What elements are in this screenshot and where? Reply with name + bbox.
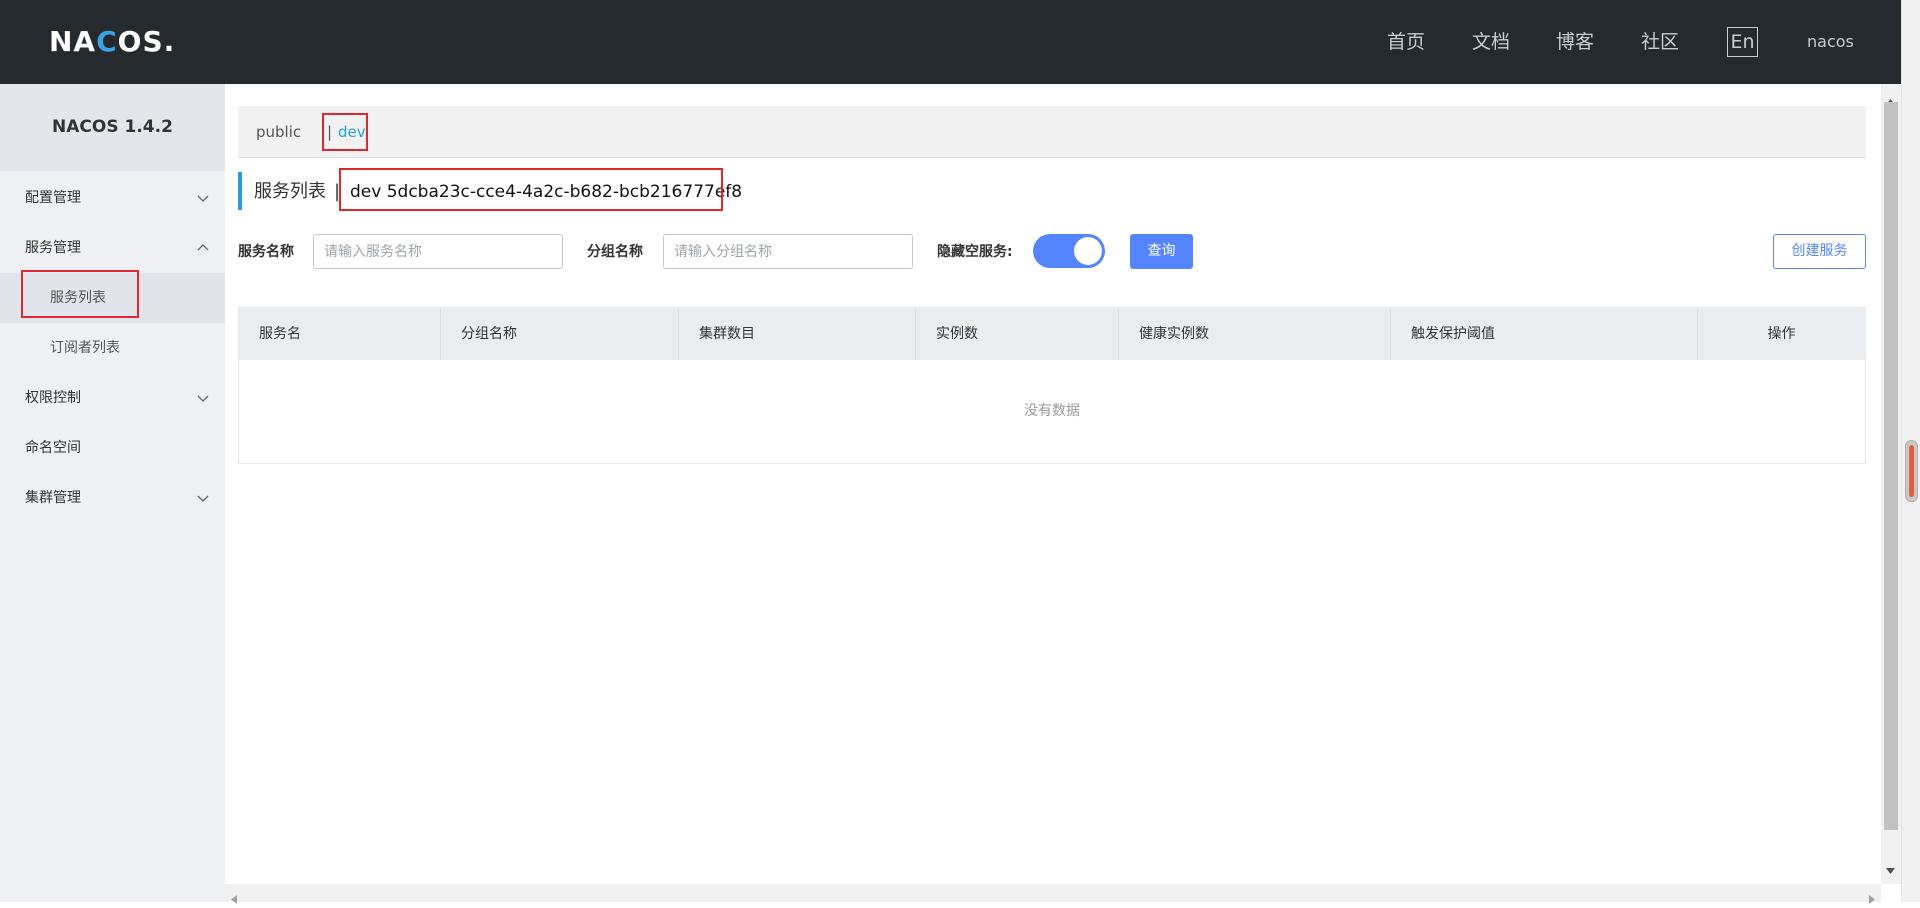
sidebar-brand: NACOS 1.4.2 bbox=[0, 84, 225, 171]
sidebar-item-label: 集群管理 bbox=[25, 490, 81, 506]
column-header: 触发保护阈值 bbox=[1391, 308, 1698, 360]
query-button[interactable]: 查询 bbox=[1130, 234, 1193, 269]
group-name-input[interactable] bbox=[663, 234, 913, 269]
sidebar-item-config[interactable]: 配置管理 bbox=[0, 173, 225, 223]
nav-blog[interactable]: 博客 bbox=[1556, 30, 1594, 54]
sidebar-item-label: 权限控制 bbox=[25, 390, 81, 406]
hide-empty-label: 隐藏空服务: bbox=[937, 244, 1013, 260]
highlight-box bbox=[21, 270, 139, 318]
page-scrollbar-thumb[interactable] bbox=[1905, 440, 1918, 502]
chevron-down-icon bbox=[197, 173, 211, 223]
service-table: 服务名 分组名称 集群数目 实例数 健康实例数 触发保护阈值 操作 没有数据 bbox=[238, 307, 1866, 464]
nav-community[interactable]: 社区 bbox=[1641, 30, 1679, 54]
highlight-box bbox=[322, 113, 368, 151]
nav-docs[interactable]: 文档 bbox=[1472, 30, 1510, 54]
sidebar-item-permissions[interactable]: 权限控制 bbox=[0, 373, 225, 423]
sidebar-item-subscribers[interactable]: 订阅者列表 bbox=[0, 323, 225, 373]
sidebar-item-label: 订阅者列表 bbox=[50, 340, 120, 356]
sidebar-item-service-mgmt[interactable]: 服务管理 bbox=[0, 223, 225, 273]
column-header: 操作 bbox=[1767, 326, 1796, 342]
scroll-right-icon[interactable] bbox=[1869, 889, 1875, 908]
page-scrollbar[interactable] bbox=[1901, 0, 1920, 902]
column-header: 实例数 bbox=[916, 308, 1119, 360]
scrollbar-thumb[interactable] bbox=[1884, 102, 1898, 830]
horizontal-scrollbar[interactable] bbox=[225, 884, 1881, 904]
hide-empty-toggle[interactable] bbox=[1033, 234, 1105, 268]
scroll-down-icon[interactable] bbox=[1886, 859, 1895, 878]
column-header: 分组名称 bbox=[441, 308, 679, 360]
namespace-bar: public | dev bbox=[238, 106, 1866, 158]
scroll-left-icon[interactable] bbox=[231, 889, 237, 908]
column-header: 服务名 bbox=[239, 308, 441, 360]
namespace-public[interactable]: public bbox=[256, 122, 301, 142]
service-name-label: 服务名称 bbox=[238, 244, 294, 260]
column-header: 集群数目 bbox=[679, 308, 916, 360]
page-title: 服务列表 bbox=[254, 181, 326, 202]
main-content: public | dev 服务列表 | dev 5dcba23c-cce4-4a… bbox=[225, 84, 1881, 884]
sidebar-item-label: 服务管理 bbox=[25, 240, 81, 256]
title-accent-bar bbox=[238, 172, 242, 210]
top-header: NACOS. 首页 文档 博客 社区 En nacos bbox=[0, 0, 1920, 84]
chevron-down-icon bbox=[197, 473, 211, 523]
highlight-box bbox=[339, 168, 723, 211]
toggle-knob bbox=[1074, 237, 1102, 265]
vertical-scrollbar[interactable] bbox=[1881, 84, 1901, 884]
create-service-button[interactable]: 创建服务 bbox=[1773, 234, 1866, 269]
scroll-thumb-grip bbox=[1909, 445, 1914, 497]
sidebar-item-namespace[interactable]: 命名空间 bbox=[0, 423, 225, 473]
language-switch[interactable]: En bbox=[1727, 27, 1758, 57]
group-name-label: 分组名称 bbox=[587, 244, 643, 260]
user-menu[interactable]: nacos bbox=[1807, 32, 1854, 52]
sidebar-item-label: 配置管理 bbox=[25, 190, 81, 206]
nav-home[interactable]: 首页 bbox=[1387, 30, 1425, 54]
chevron-up-icon bbox=[197, 223, 211, 273]
sidebar: NACOS 1.4.2 配置管理 服务管理 服务列表 订阅者列表 权限控制 命名… bbox=[0, 84, 225, 902]
table-header: 服务名 分组名称 集群数目 实例数 健康实例数 触发保护阈值 操作 bbox=[239, 308, 1865, 360]
sidebar-item-label: 命名空间 bbox=[25, 440, 81, 456]
nacos-logo[interactable]: NACOS. bbox=[49, 24, 175, 60]
empty-state: 没有数据 bbox=[1024, 403, 1080, 419]
chevron-down-icon bbox=[197, 373, 211, 423]
column-header: 健康实例数 bbox=[1119, 308, 1391, 360]
sidebar-item-cluster[interactable]: 集群管理 bbox=[0, 473, 225, 523]
service-name-input[interactable] bbox=[313, 234, 563, 269]
